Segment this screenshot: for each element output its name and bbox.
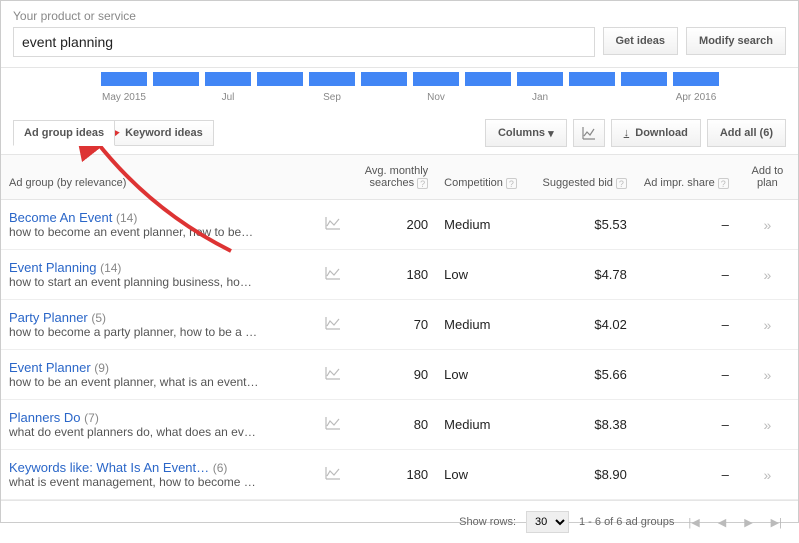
competition-cell: Low	[436, 250, 533, 300]
svg-text:Apr 2016: Apr 2016	[676, 92, 717, 103]
ad-group-desc: what do event planners do, what does an …	[9, 425, 299, 439]
impr-share-cell: –	[635, 350, 737, 400]
row-chart-icon[interactable]	[325, 316, 341, 330]
keyword-count: (7)	[84, 411, 99, 425]
col-suggested-bid[interactable]: Suggested bid?	[533, 155, 635, 200]
add-to-plan-button[interactable]: »	[737, 250, 798, 300]
ad-group-desc: how to become a party planner, how to be…	[9, 325, 299, 339]
competition-cell: Medium	[436, 400, 533, 450]
tab-keyword-ideas[interactable]: Keyword ideas	[115, 120, 214, 146]
bid-cell: $5.66	[533, 350, 635, 400]
results-table: Ad group (by relevance) Avg. monthly sea…	[1, 155, 798, 500]
ad-group-link[interactable]: Keywords like: What Is An Event…	[9, 460, 209, 475]
table-row: Event Planning (14) how to start an even…	[1, 250, 798, 300]
chart-toggle-button[interactable]	[573, 119, 605, 147]
bid-cell: $8.38	[533, 400, 635, 450]
ad-group-link[interactable]: Become An Event	[9, 210, 112, 225]
page-first-button[interactable]: |◀	[684, 516, 703, 529]
add-to-plan-button[interactable]: »	[737, 400, 798, 450]
help-icon[interactable]: ?	[506, 178, 517, 189]
ad-group-link[interactable]: Party Planner	[9, 310, 88, 325]
competition-cell: Low	[436, 350, 533, 400]
page-next-button[interactable]: ▶	[740, 516, 756, 529]
row-chart-icon[interactable]	[325, 366, 341, 380]
col-competition[interactable]: Competition?	[436, 155, 533, 200]
table-row: Keywords like: What Is An Event… (6) wha…	[1, 450, 798, 500]
search-label: Your product or service	[13, 9, 786, 23]
help-icon[interactable]: ?	[417, 178, 428, 189]
help-icon[interactable]: ?	[616, 178, 627, 189]
modify-search-button[interactable]: Modify search	[686, 27, 786, 55]
svg-text:Sep: Sep	[323, 92, 341, 103]
bid-cell: $8.90	[533, 450, 635, 500]
rows-select[interactable]: 30	[526, 511, 569, 533]
col-impr-share[interactable]: Ad impr. share?	[635, 155, 737, 200]
ad-group-link[interactable]: Planners Do	[9, 410, 81, 425]
col-add-to-plan: Add to plan	[737, 155, 798, 200]
table-row: Become An Event (14) how to become an ev…	[1, 200, 798, 250]
svg-text:Jan: Jan	[532, 92, 548, 103]
columns-button[interactable]: Columns ▾	[485, 119, 567, 147]
avg-searches-cell: 90	[350, 350, 437, 400]
keyword-count: (14)	[116, 211, 137, 225]
keyword-count: (5)	[91, 311, 106, 325]
ad-group-link[interactable]: Event Planning	[9, 260, 96, 275]
add-to-plan-button[interactable]: »	[737, 300, 798, 350]
bid-cell: $4.78	[533, 250, 635, 300]
competition-cell: Low	[436, 450, 533, 500]
competition-cell: Medium	[436, 200, 533, 250]
keyword-count: (9)	[94, 361, 109, 375]
impr-share-cell: –	[635, 450, 737, 500]
avg-searches-cell: 180	[350, 250, 437, 300]
avg-searches-cell: 80	[350, 400, 437, 450]
impr-share-cell: –	[635, 250, 737, 300]
add-to-plan-button[interactable]: »	[737, 200, 798, 250]
ad-group-desc: what is event management, how to become …	[9, 475, 299, 489]
add-to-plan-button[interactable]: »	[737, 350, 798, 400]
row-chart-icon[interactable]	[325, 416, 341, 430]
page-prev-button[interactable]: ◀	[714, 516, 730, 529]
page-range: 1 - 6 of 6 ad groups	[579, 516, 674, 528]
row-chart-icon[interactable]	[325, 266, 341, 280]
ad-group-desc: how to be an event planner, what is an e…	[9, 375, 299, 389]
col-avg-searches[interactable]: Avg. monthly searches?	[350, 155, 437, 200]
impr-share-cell: –	[635, 300, 737, 350]
ad-group-desc: how to start an event planning business,…	[9, 275, 299, 289]
line-chart-icon	[582, 126, 596, 140]
avg-searches-cell: 200	[350, 200, 437, 250]
table-row: Planners Do (7) what do event planners d…	[1, 400, 798, 450]
product-input[interactable]	[13, 27, 595, 57]
row-chart-icon[interactable]	[325, 466, 341, 480]
ad-group-desc: how to become an event planner, how to b…	[9, 225, 299, 239]
col-ad-group[interactable]: Ad group (by relevance)	[1, 155, 317, 200]
avg-searches-cell: 70	[350, 300, 437, 350]
impr-share-cell: –	[635, 200, 737, 250]
ad-group-link[interactable]: Event Planner	[9, 360, 91, 375]
table-row: Party Planner (5) how to become a party …	[1, 300, 798, 350]
bid-cell: $4.02	[533, 300, 635, 350]
keyword-count: (6)	[213, 461, 228, 475]
svg-text:Jul: Jul	[222, 92, 235, 103]
bid-cell: $5.53	[533, 200, 635, 250]
tab-ad-group-ideas[interactable]: Ad group ideas	[13, 120, 115, 146]
avg-searches-cell: 180	[350, 450, 437, 500]
svg-text:May 2015: May 2015	[102, 92, 146, 103]
show-rows-label: Show rows:	[459, 516, 516, 528]
svg-text:Nov: Nov	[427, 92, 445, 103]
trend-mini-chart: May 2015 Jul Sep Nov Jan Apr 2016	[1, 68, 798, 109]
add-to-plan-button[interactable]: »	[737, 450, 798, 500]
table-row: Event Planner (9) how to be an event pla…	[1, 350, 798, 400]
page-last-button[interactable]: ▶|	[767, 516, 786, 529]
chevron-down-icon: ▾	[548, 127, 554, 140]
get-ideas-button[interactable]: Get ideas	[603, 27, 679, 55]
help-icon[interactable]: ?	[718, 178, 729, 189]
download-icon: ↓	[624, 127, 630, 139]
download-button[interactable]: ↓ Download	[611, 119, 701, 147]
row-chart-icon[interactable]	[325, 216, 341, 230]
keyword-count: (14)	[100, 261, 121, 275]
add-all-button[interactable]: Add all (6)	[707, 119, 786, 147]
impr-share-cell: –	[635, 400, 737, 450]
competition-cell: Medium	[436, 300, 533, 350]
